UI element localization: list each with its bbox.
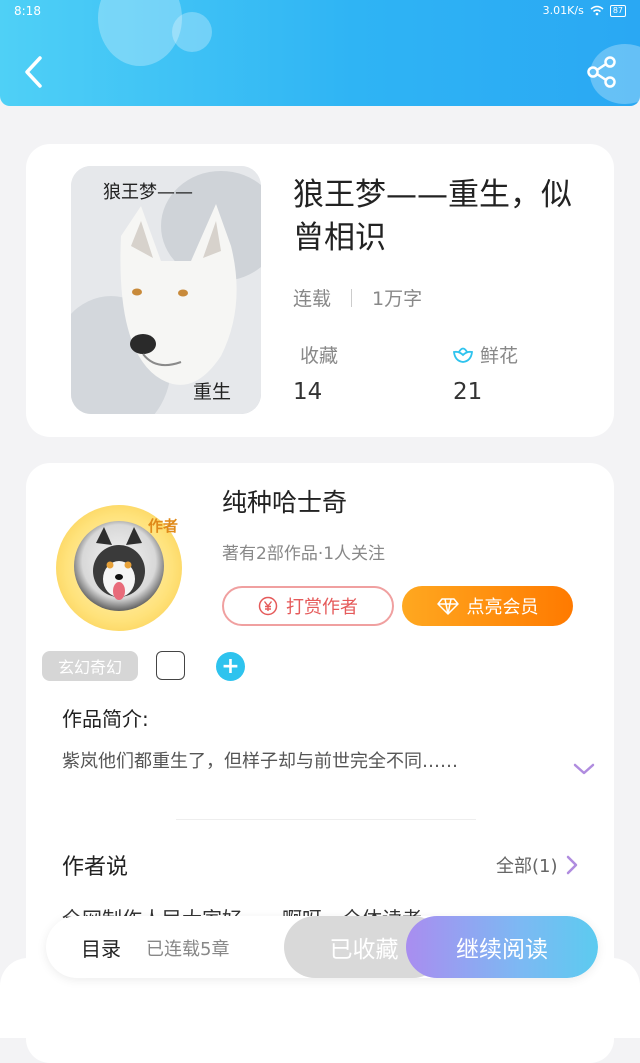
intro-title: 作品简介: bbox=[62, 707, 149, 731]
flowers-label: 鲜花 bbox=[480, 345, 519, 367]
meta-divider bbox=[351, 288, 353, 307]
book-title: 狼王梦——重生，似曾相识 bbox=[293, 177, 572, 256]
add-tag-button[interactable]: + bbox=[216, 652, 245, 681]
chevron-left-icon[interactable] bbox=[18, 54, 50, 90]
battery-icon: 87 bbox=[609, 4, 626, 17]
author-badge: 作者 bbox=[147, 517, 178, 535]
chevron-right-icon bbox=[566, 855, 577, 875]
reward-author-label: 打赏作者 bbox=[286, 597, 358, 618]
author-avatar[interactable]: 作者 bbox=[56, 505, 182, 631]
genre-tag[interactable]: 玄幻奇幻 bbox=[42, 651, 138, 681]
activate-vip-button[interactable]: 点亮会员 bbox=[402, 586, 573, 626]
book-info-card: 狼王梦—— 重生 狼王梦——重生，似曾相识 连载 1万字 收藏 14 鲜花 21 bbox=[26, 144, 614, 437]
share-icon[interactable] bbox=[586, 56, 618, 88]
word-count: 1万字 bbox=[372, 288, 423, 310]
intro-text: 紫岚他们都重生了，但样子却与前世完全不同…… bbox=[62, 751, 458, 772]
flowers-stat[interactable]: 鲜花 bbox=[452, 341, 518, 368]
reward-author-button[interactable]: 打赏作者 bbox=[222, 586, 394, 626]
flower-icon bbox=[453, 347, 473, 363]
chapter-count[interactable]: 已连载5章 bbox=[146, 935, 229, 961]
network-speed: 3.01K/s bbox=[542, 4, 584, 17]
diamond-icon bbox=[436, 598, 459, 615]
section-divider bbox=[176, 819, 476, 820]
decor-bubble bbox=[172, 12, 212, 52]
book-cover[interactable]: 狼王梦—— 重生 bbox=[71, 166, 261, 414]
header-bar: 8:18 3.01K/s 87 bbox=[0, 0, 640, 106]
favorites-label: 收藏 bbox=[300, 345, 339, 367]
decor-bubble bbox=[98, 0, 182, 66]
tag-checkbox[interactable] bbox=[156, 651, 185, 680]
wifi-icon bbox=[590, 5, 604, 16]
cover-title-bottom: 重生 bbox=[192, 381, 231, 403]
flowers-count: 21 bbox=[453, 379, 483, 405]
favorites-count: 14 bbox=[293, 379, 323, 405]
cover-title-top: 狼王梦—— bbox=[103, 182, 193, 203]
author-says-title: 作者说 bbox=[62, 855, 129, 880]
author-says-all-label: 全部(1) bbox=[496, 856, 558, 877]
status-indicators: 3.01K/s 87 bbox=[543, 4, 626, 17]
author-name[interactable]: 纯种哈士奇 bbox=[222, 483, 347, 519]
activate-vip-label: 点亮会员 bbox=[466, 597, 539, 618]
book-status: 连载 bbox=[293, 288, 332, 310]
status-time: 8:18 bbox=[14, 4, 41, 18]
author-info: 著有2部作品·1人关注 bbox=[222, 544, 386, 564]
bottom-action-bar: 目录 已连载5章 已收藏 继续阅读 bbox=[46, 916, 598, 978]
yen-coin-icon bbox=[258, 596, 278, 616]
book-meta: 连载 1万字 bbox=[293, 284, 422, 311]
chevron-down-icon[interactable] bbox=[572, 761, 596, 777]
author-says-all-link[interactable]: 全部(1) bbox=[496, 852, 578, 878]
continue-reading-button[interactable]: 继续阅读 bbox=[406, 916, 598, 978]
toc-button[interactable]: 目录 bbox=[81, 933, 121, 962]
